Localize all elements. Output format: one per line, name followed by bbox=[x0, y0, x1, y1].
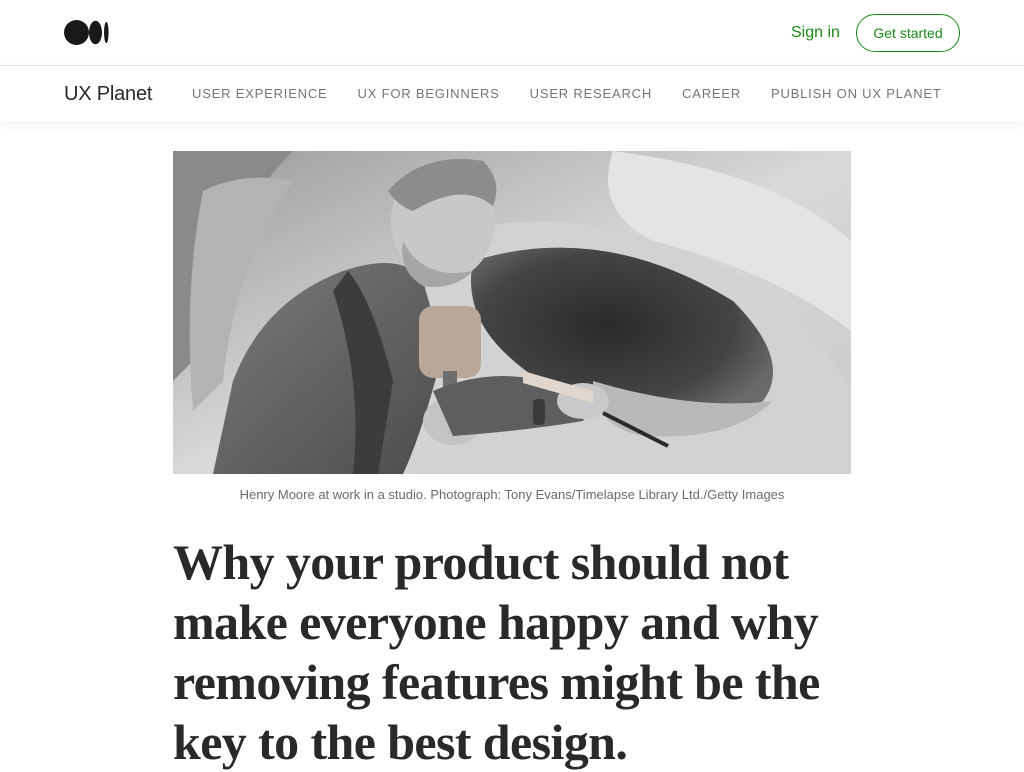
hero-photo-illustration bbox=[173, 151, 851, 474]
publication-name[interactable]: UX Planet bbox=[64, 81, 152, 107]
nav-item-ux-for-beginners[interactable]: UX FOR BEGINNERS bbox=[358, 66, 500, 121]
get-started-button[interactable]: Get started bbox=[856, 14, 960, 52]
sign-in-link[interactable]: Sign in bbox=[791, 22, 840, 44]
top-bar: Sign in Get started bbox=[0, 0, 1024, 66]
nav-item-user-experience[interactable]: USER EXPERIENCE bbox=[192, 66, 328, 121]
nav-item-career[interactable]: CAREER bbox=[682, 66, 741, 121]
hero-caption: Henry Moore at work in a studio. Photogr… bbox=[239, 487, 785, 502]
hero-image bbox=[173, 151, 851, 474]
nav-item-user-research[interactable]: USER RESEARCH bbox=[530, 66, 652, 121]
article-headline: Why your product should not make everyon… bbox=[173, 534, 820, 770]
publication-nav: UX Planet USER EXPERIENCE UX FOR BEGINNE… bbox=[0, 66, 1024, 121]
medium-logo-icon[interactable] bbox=[64, 20, 110, 45]
nav-item-publish-on-ux-planet[interactable]: PUBLISH ON UX PLANET bbox=[771, 66, 942, 121]
publication-nav-items: USER EXPERIENCE UX FOR BEGINNERS USER RE… bbox=[192, 66, 960, 121]
